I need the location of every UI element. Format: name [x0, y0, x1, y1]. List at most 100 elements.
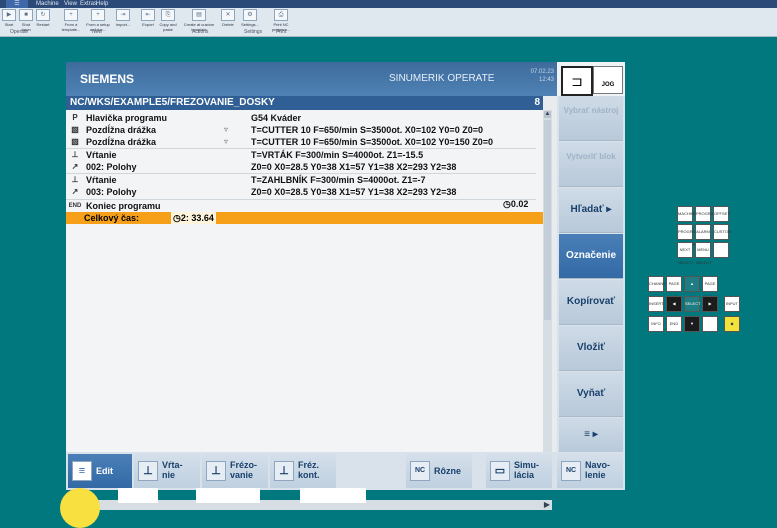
start-button[interactable]: ▶ Start	[2, 9, 16, 29]
delete-button[interactable]: ✕ Delete	[220, 9, 236, 29]
program-editor[interactable]: P Hlavička programu G54 Kváder ▧ Pozdĺžna d…	[66, 110, 544, 476]
key-blank[interactable]	[713, 242, 729, 258]
softkey-copy[interactable]: Kopírovať	[559, 280, 623, 325]
edit-icon: ≡	[72, 461, 92, 481]
shutdown-icon: ■	[19, 9, 33, 21]
copy-paste-button[interactable]: ⎘ Copy and paste	[158, 9, 178, 32]
export-icon: ⇤	[141, 9, 155, 21]
restart-icon: ↻	[36, 9, 50, 21]
program-row[interactable]: ▧ Pozdĺžna drážka ▿ T=CUTTER 10 F=650/min S…	[66, 136, 536, 148]
bottom-keyrow[interactable]	[196, 488, 260, 503]
custom-key[interactable]: CUSTOM	[713, 224, 731, 240]
import-icon: ⇥	[116, 9, 130, 21]
export-button[interactable]: ⇤ Export	[140, 9, 156, 29]
next-select-key[interactable]: NEXT SELECT	[677, 242, 694, 265]
key-blank[interactable]	[702, 316, 718, 332]
hkey-edit[interactable]: ≡ Edit	[68, 454, 132, 488]
nc-icon: NC	[410, 461, 430, 481]
tab-extras[interactable]: Extras	[80, 0, 97, 8]
program-row[interactable]: P Hlavička programu G54 Kváder	[66, 112, 536, 124]
input-key[interactable]: INPUT	[724, 296, 740, 312]
softkey-select-tool[interactable]: Vybrať nástroj	[559, 96, 623, 141]
arrow-up-icon[interactable]: ▲	[684, 276, 700, 292]
softkey-search[interactable]: Hľadať ▸	[559, 188, 623, 233]
offset-key[interactable]: OFFSET	[713, 206, 730, 222]
nc-icon: NC	[561, 461, 581, 481]
arrow-right-icon[interactable]: ▶	[702, 296, 718, 312]
page-up-key[interactable]: PAGE UP	[666, 276, 682, 299]
insert-key[interactable]: INSERT	[648, 296, 664, 312]
softkey-create-block[interactable]: Vytvoriť blok	[559, 142, 623, 187]
program-path: NC/WKS/EXAMPLE5/FREZOVANIE_DOSKY	[70, 97, 275, 108]
menu-button[interactable]: ☰	[6, 0, 28, 8]
product-name: SINUMERIK OPERATE	[389, 73, 495, 84]
time-text: 12:43	[538, 77, 554, 83]
program-manager-key[interactable]: PROGRAM MANAGER	[677, 224, 699, 247]
positions-icon: ↗	[71, 162, 79, 171]
import-button[interactable]: ⇥ Import...	[114, 9, 132, 29]
program-row[interactable]: END Koniec programu	[66, 199, 536, 212]
ribbon-tab-bar: ☰ Machine View Extras Help	[0, 0, 777, 8]
settings-button[interactable]: ⚙ Settings...	[240, 9, 260, 29]
total-time-value: ◷2: 33.64	[171, 212, 216, 224]
info-key[interactable]: INFO	[648, 316, 664, 332]
chevron-down-icon[interactable]: ▿	[224, 136, 228, 148]
from-setup-archive-button[interactable]: + From a setup archive...	[84, 9, 112, 32]
program-row[interactable]: ↗ 003: Polohy Z0=0 X0=28.5 Y0=38 X1=57 Y1=…	[66, 186, 536, 198]
simulation-icon: ▭	[490, 461, 510, 481]
hkey-contour-milling[interactable]: ⊥ Fréz. kont.	[270, 454, 336, 488]
machine-key[interactable]: MACHINE	[677, 206, 696, 222]
arrow-down-icon[interactable]: ▼	[684, 316, 700, 332]
end-time: ◷0.02	[503, 199, 529, 209]
tab-help[interactable]: Help	[96, 0, 108, 8]
cycle-start-key[interactable]: ◆	[724, 316, 740, 332]
page-down-key[interactable]: PAGE DOWN	[702, 276, 718, 299]
scroll-up-icon[interactable]: ▲	[544, 111, 551, 118]
channel-key[interactable]: CHANNEL	[648, 276, 668, 292]
channel-number: 8	[534, 97, 540, 108]
scroll-thumb[interactable]	[544, 120, 551, 320]
hkey-simulation[interactable]: ▭ Simu- lácia	[486, 454, 552, 488]
vertical-softkey-bar: Vybrať nástroj Vytvoriť blok Hľadať ▸ Oz…	[557, 96, 625, 453]
chevron-right-icon[interactable]: ▶	[544, 500, 550, 509]
tab-machine[interactable]: Machine	[36, 0, 59, 8]
tab-view[interactable]: View	[64, 0, 77, 8]
print-nc-button[interactable]: ⎙ Print NC program...	[270, 9, 292, 32]
copy-icon: ⎘	[161, 9, 175, 21]
softkey-more[interactable]: ≡ ▸	[559, 418, 623, 453]
chevron-down-icon[interactable]: ▿	[224, 124, 228, 136]
restart-button[interactable]: ↻ Restart	[36, 9, 50, 29]
custom-template-button[interactable]: ▤ Create at custom template	[180, 9, 218, 32]
vertical-scrollbar[interactable]: ▲ ▼	[543, 110, 552, 476]
end-key[interactable]: END	[666, 316, 682, 332]
softkey-mark[interactable]: Označenie	[559, 234, 623, 279]
program-row[interactable]: ▧ Pozdĺžna drážka ▿ T=CUTTER 10 F=650/min S…	[66, 124, 536, 136]
program-row[interactable]: ⊥ Vŕtanie T=VRTÁK F=300/min S=4000ot. Z1=-…	[66, 148, 536, 161]
from-template-button[interactable]: + From a template...	[60, 9, 82, 32]
positions-icon: ↗	[71, 187, 79, 196]
bottom-keyrow[interactable]	[118, 488, 158, 503]
shutdown-button[interactable]: ■ Shut down	[18, 9, 34, 32]
program-mode-icon[interactable]: ⊐	[561, 66, 593, 96]
hkey-drilling[interactable]: ⊥ Vŕta- nie	[134, 454, 200, 488]
hkey-various[interactable]: NC Rôzne	[406, 454, 472, 488]
hkey-selection[interactable]: NC Navo- lenie	[557, 454, 623, 488]
arrow-left-icon[interactable]: ◀	[666, 296, 682, 312]
header-icon: P	[72, 113, 78, 122]
drill-icon: ⊥	[71, 175, 79, 184]
softkey-paste[interactable]: Vložiť	[559, 326, 623, 371]
siemens-logo: SIEMENS	[80, 72, 135, 86]
hmi-screen: SIEMENS SINUMERIK OPERATE 07.02.23 12:43…	[66, 62, 557, 510]
hkey-milling[interactable]: ⊥ Frézo- vanie	[202, 454, 268, 488]
menu-select-key[interactable]: MENU SELECT	[695, 242, 712, 265]
alarm-key[interactable]: ALARM	[695, 224, 711, 240]
total-time-row[interactable]: Celkový čas: ◷2: 33.64	[66, 212, 544, 224]
program-row[interactable]: ⊥ Vŕtanie T=ZAHLBNÍK F=300/min S=4000ot. Z…	[66, 173, 536, 186]
bottom-keyrow[interactable]	[300, 488, 366, 503]
jog-mode-icon[interactable]: JOG	[593, 66, 623, 94]
select-key[interactable]: SELECT	[684, 296, 701, 312]
program-row[interactable]: ↗ 002: Polohy Z0=0 X0=28.5 Y0=38 X1=57 Y1=…	[66, 161, 536, 173]
softkey-cut[interactable]: Vyňať	[559, 372, 623, 417]
program-key[interactable]: PROGRAM	[695, 206, 717, 222]
emergency-button[interactable]	[60, 488, 100, 528]
